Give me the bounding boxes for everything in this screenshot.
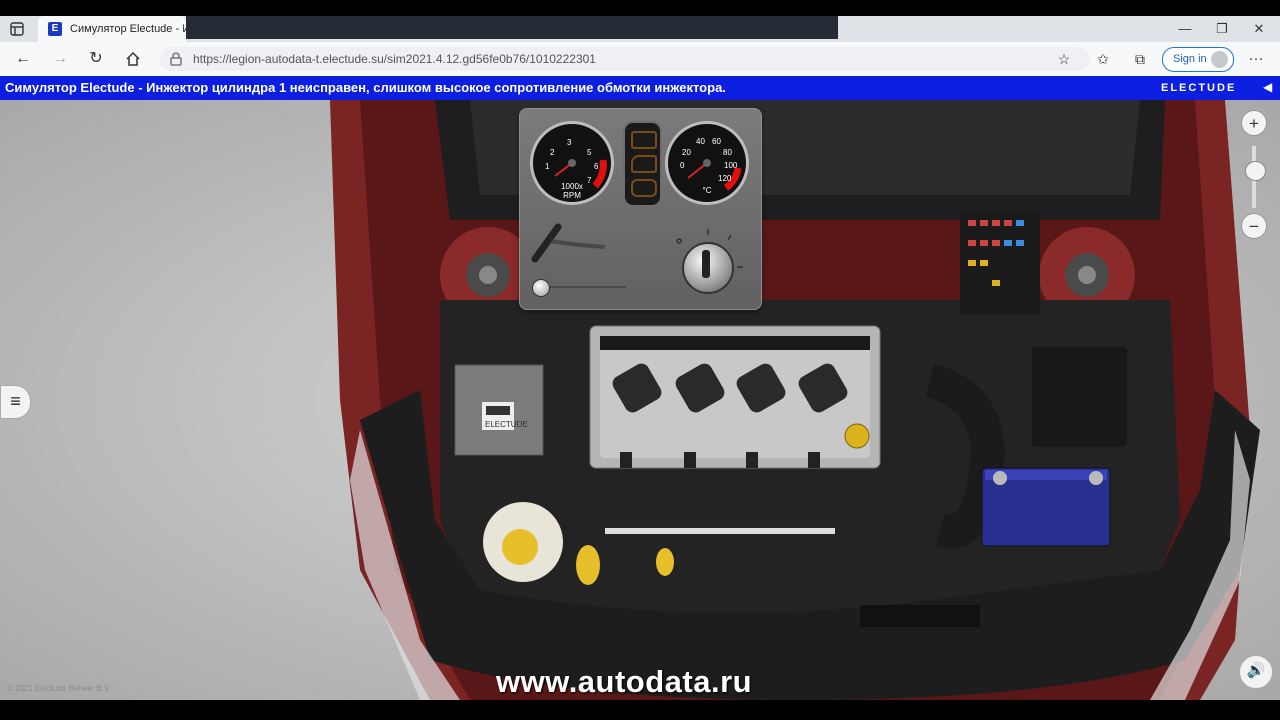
tacho-tick-1: 1 xyxy=(545,162,550,171)
zoom-in-button[interactable]: + xyxy=(1241,110,1267,136)
close-icon[interactable]: ✕ xyxy=(1242,18,1276,40)
simulator-header: Симулятор Electude - Инжектор цилиндра 1… xyxy=(0,76,1280,100)
battery-warning-icon xyxy=(631,131,657,149)
forward-arrow-icon[interactable]: → xyxy=(49,49,71,69)
browser-address-bar: ← → ↻ https://legion-autodata-t.electude… xyxy=(0,42,1280,77)
temperature-gauge: 20 40 60 80 0 100 120 °C xyxy=(665,121,749,205)
url-field[interactable]: https://legion-autodata-t.electude.su/si… xyxy=(160,47,1090,71)
ignition-key-knob[interactable] xyxy=(682,242,734,294)
avatar xyxy=(1211,51,1228,68)
temp-tick-120: 120 xyxy=(718,174,732,183)
temp-unit: °C xyxy=(702,186,712,195)
tacho-tick-5: 5 xyxy=(587,148,592,157)
collapse-header-icon[interactable]: ◀ xyxy=(1263,80,1272,94)
electude-favicon: E xyxy=(48,22,62,36)
watermark: www.autodata.ru xyxy=(496,664,753,699)
top-black-strip xyxy=(0,0,1280,16)
tab-strip-overlay xyxy=(186,16,838,39)
lock-icon[interactable] xyxy=(170,52,182,66)
wiper-stalk-icon[interactable] xyxy=(530,217,610,267)
sign-in-label: Sign in xyxy=(1173,53,1207,65)
check-engine-icon xyxy=(631,179,657,197)
throttle-slider[interactable] xyxy=(532,279,627,297)
window-menu-icon[interactable] xyxy=(10,22,24,36)
bottom-black-bar xyxy=(0,700,1280,720)
temp-tick-100: 100 xyxy=(724,161,738,170)
zoom-out-button[interactable]: − xyxy=(1241,213,1267,239)
collections-icon[interactable]: ⧉ xyxy=(1130,50,1150,68)
tachometer-gauge: 1 2 3 5 6 7 1000x RPM xyxy=(530,121,614,205)
slider-track xyxy=(538,286,626,288)
electude-logo: ELECTUDE xyxy=(1161,82,1237,94)
add-favorite-icon[interactable]: ☆ xyxy=(1054,50,1074,68)
url-text: https://legion-autodata-t.electude.su/si… xyxy=(193,52,596,66)
slider-thumb[interactable] xyxy=(532,279,550,297)
browser-tab-active[interactable]: E Симулятор Electude - Инж xyxy=(38,16,186,42)
minimize-icon[interactable]: — xyxy=(1168,18,1202,40)
refresh-icon[interactable]: ↻ xyxy=(85,49,107,69)
tacho-unit: 1000x RPM xyxy=(561,182,583,200)
temp-tick-80: 80 xyxy=(723,148,732,157)
temp-tick-40: 40 xyxy=(696,137,705,146)
side-menu-button[interactable]: ≡ xyxy=(0,385,31,419)
tacho-tick-2: 2 xyxy=(550,148,555,157)
page-title: Симулятор Electude - Инжектор цилиндра 1… xyxy=(5,80,726,95)
ecu-label: ELECTUDE xyxy=(485,420,528,429)
temp-tick-0: 0 xyxy=(680,161,685,170)
dashboard-panel[interactable]: 1 2 3 5 6 7 1000x RPM 20 40 60 80 0 100 1… xyxy=(519,108,762,310)
tab-title: Симулятор Electude - Инж xyxy=(70,23,186,35)
temp-tick-60: 60 xyxy=(712,137,721,146)
sound-button[interactable]: 🔊 xyxy=(1239,655,1273,689)
back-arrow-icon[interactable]: ← xyxy=(12,49,34,69)
tacho-tick-3: 3 xyxy=(567,138,572,147)
home-icon[interactable] xyxy=(124,50,142,68)
tacho-tick-6: 6 xyxy=(594,162,599,171)
more-icon[interactable]: ··· xyxy=(1244,50,1268,68)
warning-lights xyxy=(623,121,662,207)
copyright-text: © 2021 Electude Beheer B.V. xyxy=(7,684,111,693)
temp-tick-20: 20 xyxy=(682,148,691,157)
oil-pressure-icon xyxy=(631,155,657,173)
maximize-icon[interactable]: ❐ xyxy=(1205,18,1239,40)
sign-in-button[interactable]: Sign in xyxy=(1162,47,1234,72)
knob-pointer xyxy=(702,250,710,278)
favorites-icon[interactable]: ✩ xyxy=(1093,50,1113,68)
